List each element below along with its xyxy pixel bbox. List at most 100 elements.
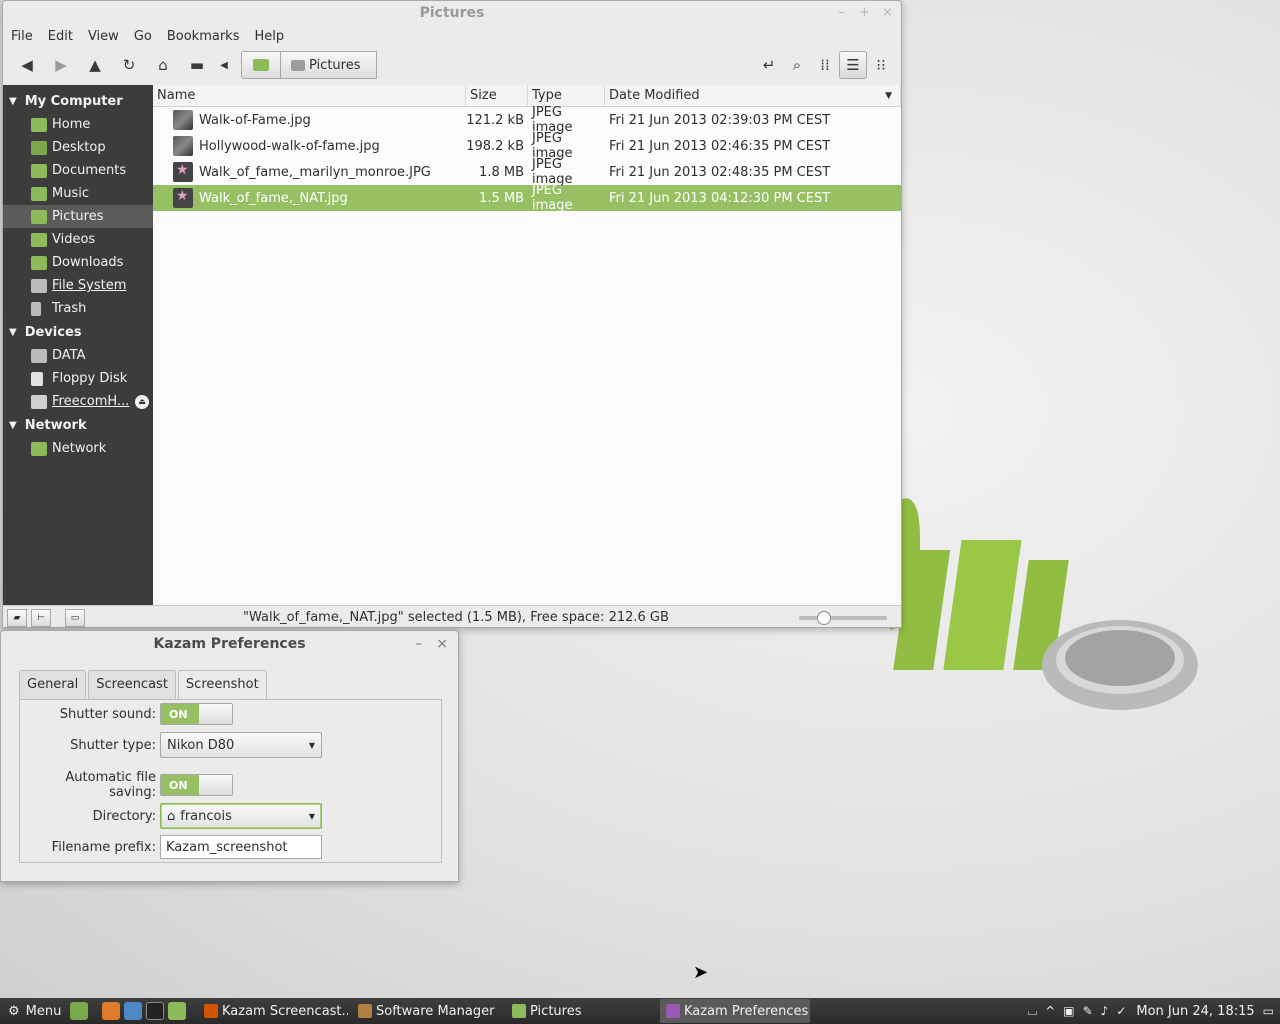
shutter-sound-toggle[interactable]: ON — [160, 703, 233, 725]
sidebar-item-downloads[interactable]: Downloads — [3, 251, 153, 274]
sidebar-item-pictures[interactable]: Pictures — [3, 205, 153, 228]
pen-icon[interactable]: ✎ — [1083, 1004, 1093, 1018]
breadcrumb-pictures[interactable]: Pictures — [281, 51, 378, 79]
sidebar-item-floppy-disk[interactable]: Floppy Disk — [3, 367, 153, 390]
files-icon[interactable] — [168, 1002, 186, 1020]
taskbar-window-label: Pictures — [530, 1003, 582, 1019]
firefox-icon[interactable] — [102, 1002, 120, 1020]
select-value: francois — [180, 808, 232, 824]
network-tray-icon[interactable]: ▣ — [1063, 1004, 1074, 1018]
menu-file[interactable]: File — [11, 29, 42, 44]
forward-icon[interactable]: ▶ — [47, 51, 75, 79]
show-desktop-icon[interactable] — [70, 1002, 88, 1020]
directory-select[interactable]: ⌂ francois ▼ — [160, 803, 322, 829]
sidebar-item-trash[interactable]: Trash — [3, 297, 153, 320]
minimize-icon[interactable]: – — [836, 1, 847, 25]
menu-go[interactable]: Go — [134, 29, 161, 44]
notification-icon[interactable]: ▭ — [1263, 1004, 1274, 1018]
toggle-location-icon[interactable]: ↵ — [755, 51, 783, 79]
keyboard-icon[interactable]: ⌴ — [1028, 1004, 1038, 1019]
menubar: File Edit View Go Bookmarks Help — [3, 25, 901, 47]
sidebar-item-desktop[interactable]: Desktop — [3, 136, 153, 159]
auto-save-toggle[interactable]: ON — [160, 774, 233, 796]
sidebar-item-label: Documents — [52, 163, 127, 178]
system-tray: ⌴ ^ ▣ ✎ ♪ ✓ Mon Jun 24, 18:15 ▭ — [1028, 1004, 1274, 1019]
taskbar-window-pictures[interactable]: Pictures — [506, 999, 656, 1023]
software-icon[interactable] — [124, 1002, 142, 1020]
computer-icon[interactable]: ▬ — [183, 51, 211, 79]
image-thumbnail-icon — [173, 188, 193, 208]
tab-screenshot[interactable]: Screenshot — [177, 670, 267, 700]
icon-view-icon[interactable]: ⁞⁞ — [811, 51, 839, 79]
tab-general[interactable]: General — [19, 670, 87, 700]
shutter-type-select[interactable]: Nikon D80 ▼ — [160, 732, 322, 758]
sidebar-item-label: Pictures — [52, 209, 104, 224]
column-header-date[interactable]: Date Modified ▼ — [605, 85, 901, 106]
file-manager-titlebar[interactable]: Pictures – + × — [3, 1, 901, 25]
up-icon[interactable]: ▲ — [81, 51, 109, 79]
drive-icon — [31, 278, 47, 293]
sidebar-item-network[interactable]: Network — [3, 437, 153, 460]
table-row-selected[interactable]: Walk_of_fame,_NAT.jpg 1.5 MB JPEG image … — [153, 183, 901, 213]
volume-icon[interactable]: ♪ — [1101, 1004, 1109, 1018]
eject-icon[interactable]: ⏏ — [135, 394, 149, 409]
chevron-up-icon[interactable]: ^ — [1045, 1004, 1055, 1018]
table-row[interactable]: Walk_of_fame,_marilyn_monroe.JPG 1.8 MB … — [153, 157, 901, 187]
places-toggle-icon[interactable]: ▰ — [7, 608, 27, 627]
zoom-slider-handle[interactable] — [816, 611, 831, 625]
column-header-name[interactable]: Name — [153, 85, 466, 106]
sidebar-item-music[interactable]: Music — [3, 182, 153, 205]
screenshot-panel: Shutter sound: ON Shutter type: Nikon D8… — [19, 699, 442, 863]
menu-help[interactable]: Help — [254, 29, 293, 44]
compact-view-icon[interactable]: ⁝⁝ — [867, 51, 895, 79]
menu-label: Menu — [25, 1003, 62, 1019]
tab-screencast[interactable]: Screencast — [88, 670, 176, 700]
breadcrumb-home[interactable] — [241, 51, 281, 79]
home-icon[interactable]: ⌂ — [149, 51, 177, 79]
minimize-icon[interactable]: – — [415, 631, 422, 657]
search-icon[interactable]: ⌕ — [783, 51, 811, 79]
sidebar-heading-devices[interactable]: ▼ Devices — [3, 320, 153, 344]
menu-edit[interactable]: Edit — [48, 29, 82, 44]
table-row[interactable]: Hollywood-walk-of-fame.jpg 198.2 kB JPEG… — [153, 131, 901, 161]
taskbar-window-kazam-screencast[interactable]: Kazam Screencast... — [198, 999, 348, 1023]
hide-sidebar-icon[interactable]: ▭ — [65, 608, 85, 627]
sidebar-heading-my-computer[interactable]: ▼ My Computer — [3, 89, 153, 113]
sidebar-item-file-system[interactable]: File System — [3, 274, 153, 297]
sidebar-item-label: Trash — [52, 301, 87, 316]
column-header-type[interactable]: Type — [528, 85, 605, 106]
table-row[interactable]: Walk-of-Fame.jpg 121.2 kB JPEG image Fri… — [153, 105, 901, 135]
menu-bookmarks[interactable]: Bookmarks — [167, 29, 249, 44]
column-header-size[interactable]: Size — [466, 85, 528, 106]
zoom-slider[interactable] — [799, 611, 887, 625]
file-name: Walk-of-Fame.jpg — [199, 112, 311, 128]
folder-icon — [512, 1004, 526, 1018]
shield-icon[interactable]: ✓ — [1116, 1004, 1126, 1018]
image-thumbnail-icon — [173, 110, 193, 130]
taskbar-window-kazam-preferences[interactable]: Kazam Preferences — [660, 999, 810, 1023]
reload-icon[interactable]: ↻ — [115, 51, 143, 79]
sidebar-item-documents[interactable]: Documents — [3, 159, 153, 182]
menu-view[interactable]: View — [88, 29, 128, 44]
terminal-icon[interactable] — [146, 1002, 164, 1020]
tree-toggle-icon[interactable]: ⊢ — [31, 608, 51, 627]
path-scroll-left-icon[interactable]: ◀ — [217, 51, 231, 79]
status-text: "Walk_of_fame,_NAT.jpg" selected (1.5 MB… — [243, 610, 669, 625]
sidebar-heading-network[interactable]: ▼ Network — [3, 413, 153, 437]
back-icon[interactable]: ◀ — [13, 51, 41, 79]
sidebar-item-videos[interactable]: Videos — [3, 228, 153, 251]
clock[interactable]: Mon Jun 24, 18:15 — [1136, 1004, 1254, 1019]
close-icon[interactable]: × — [882, 1, 893, 25]
sidebar-item-freecom[interactable]: FreecomH... ⏏ — [3, 390, 153, 413]
breadcrumb: Pictures — [241, 51, 378, 79]
close-icon[interactable]: × — [436, 631, 448, 657]
kazam-titlebar[interactable]: Kazam Preferences – × — [1, 631, 458, 657]
filename-prefix-input[interactable]: Kazam_screenshot — [160, 835, 322, 859]
kazam-preferences-window: Kazam Preferences – × General Screencast… — [0, 630, 459, 882]
start-menu-button[interactable]: ⚙ Menu — [0, 1004, 64, 1019]
sidebar-item-home[interactable]: Home — [3, 113, 153, 136]
taskbar-window-software-manager[interactable]: Software Manager — [352, 999, 502, 1023]
list-view-icon[interactable]: ☰ — [839, 51, 867, 79]
maximize-icon[interactable]: + — [859, 1, 870, 25]
sidebar-item-data[interactable]: DATA — [3, 344, 153, 367]
